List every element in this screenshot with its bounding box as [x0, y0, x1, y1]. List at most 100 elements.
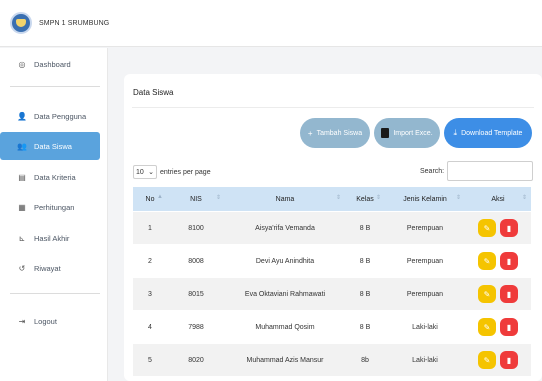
sidebar-item-label: Dashboard	[34, 59, 71, 69]
search-label: Search:	[420, 167, 445, 175]
cell-nis: 8008	[188, 257, 204, 265]
edit-icon[interactable]: ✎	[478, 285, 496, 303]
students-icon: 👥	[17, 141, 27, 151]
table-header: No ▲ NIS ⇕ Nama ⇕ Kelas ⇕ Jenis Kelamin ⇕ Aks…	[133, 187, 531, 211]
data-siswa-card: Data Siswa + Tambah Siswa Import Exce. ⤓…	[124, 74, 542, 381]
trash-icon[interactable]: ▮	[500, 318, 518, 336]
trash-icon[interactable]: ▮	[500, 285, 518, 303]
import-excel-button[interactable]: Import Exce.	[374, 118, 440, 148]
cell-aksi: ✎ ▮	[465, 212, 531, 245]
sort-icon: ⇕	[215, 195, 221, 201]
edit-icon[interactable]: ✎	[478, 318, 496, 336]
sidebar-item-label: Data Siswa	[34, 141, 72, 151]
sidebar: ◎ Dashboard 👤 Data Pengguna 👥 Data Siswa…	[0, 48, 108, 381]
download-template-label: Download Template	[461, 129, 523, 137]
table-row: 1 8100 Aisya'rifa Vemanda 8 B Perempuan …	[133, 211, 531, 244]
list-icon: ▤	[18, 172, 26, 182]
calculator-icon: ▦	[18, 202, 26, 212]
cell-nama: Devi Ayu Anindhita	[255, 257, 315, 265]
cell-jenis-kelamin: Laki-laki	[412, 323, 438, 331]
students-table: No ▲ NIS ⇕ Nama ⇕ Kelas ⇕ Jenis Kelamin ⇕ Aks…	[133, 187, 531, 376]
cell-aksi: ✎ ▮	[465, 278, 531, 311]
cell-jenis-kelamin: Perempuan	[406, 224, 444, 232]
sidebar-item-label: Hasil Akhir	[34, 233, 70, 243]
add-student-label: Tambah Siswa	[316, 129, 363, 137]
cell-kelas: 8 B	[359, 290, 371, 298]
cell-nama: Eva Oktaviani Rahmawati	[244, 290, 326, 298]
cell-no: 3	[148, 290, 152, 298]
cell-nama: Aisya'rifa Vemanda	[255, 224, 315, 232]
card-divider	[132, 107, 534, 108]
school-logo	[10, 12, 32, 34]
search-input[interactable]	[447, 161, 534, 181]
column-header-kelas[interactable]: Kelas ⇕	[345, 187, 385, 211]
sidebar-item-hasil-akhir[interactable]: ⊾ Hasil Akhir	[0, 224, 100, 252]
cell-aksi: ✎ ▮	[465, 344, 531, 377]
download-icon: ⤓	[453, 128, 458, 137]
sort-icon: ▲	[157, 194, 163, 200]
entries-select[interactable]: 10 ⌄	[133, 165, 157, 179]
cell-no: 4	[148, 323, 152, 331]
sidebar-divider	[10, 86, 100, 87]
sidebar-item-riwayat[interactable]: ↺ Riwayat	[0, 254, 100, 282]
user-icon: 👤	[17, 111, 27, 121]
cell-no: 1	[148, 224, 152, 232]
cell-jenis-kelamin: Laki-laki	[412, 356, 438, 364]
sort-icon: ⇕	[455, 195, 461, 201]
edit-icon[interactable]: ✎	[478, 219, 496, 237]
cell-no: 2	[148, 257, 152, 265]
file-icon	[381, 128, 390, 138]
column-header-nis[interactable]: NIS ⇕	[167, 187, 225, 211]
app-title: SMPN 1 SRUMBUNG	[39, 19, 110, 27]
cell-nis: 8020	[188, 356, 204, 364]
edit-icon[interactable]: ✎	[478, 252, 496, 270]
entries-select-value: 10	[136, 168, 144, 176]
cell-nama: Muhammad Azis Mansur	[246, 356, 324, 364]
logout-icon: ⇥	[18, 316, 26, 326]
cell-jenis-kelamin: Perempuan	[406, 290, 444, 298]
table-row: 2 8008 Devi Ayu Anindhita 8 B Perempuan …	[133, 244, 531, 277]
cell-nis: 8100	[188, 224, 204, 232]
trash-icon[interactable]: ▮	[500, 252, 518, 270]
sidebar-item-dashboard[interactable]: ◎ Dashboard	[0, 50, 100, 78]
cell-kelas: 8 B	[359, 323, 371, 331]
cell-aksi: ✎ ▮	[465, 245, 531, 278]
trash-icon[interactable]: ▮	[500, 351, 518, 369]
chevron-down-icon: ⌄	[148, 169, 154, 176]
table-row: 4 7988 Muhammad Qosim 8 B Laki-laki ✎ ▮	[133, 310, 531, 343]
history-icon: ↺	[18, 263, 26, 273]
sidebar-item-logout[interactable]: ⇥ Logout	[0, 307, 100, 335]
chart-icon: ⊾	[18, 233, 26, 243]
table-row: 3 8015 Eva Oktaviani Rahmawati 8 B Perem…	[133, 277, 531, 310]
sidebar-item-label: Riwayat	[34, 263, 61, 273]
cell-jenis-kelamin: Perempuan	[406, 257, 444, 265]
plus-icon: +	[307, 128, 313, 138]
sidebar-divider	[10, 293, 100, 294]
search-box: Search:	[420, 161, 534, 181]
edit-icon[interactable]: ✎	[478, 351, 496, 369]
sidebar-item-data-siswa[interactable]: 👥 Data Siswa	[0, 132, 100, 160]
cell-nis: 8015	[188, 290, 204, 298]
sidebar-item-data-kriteria[interactable]: ▤ Data Kriteria	[0, 163, 100, 191]
sidebar-item-label: Perhitungan	[34, 202, 75, 212]
cell-kelas: 8 B	[359, 257, 371, 265]
sidebar-item-label: Data Pengguna	[34, 111, 87, 121]
entries-label: entries per page	[160, 168, 211, 176]
column-header-jenis-kelamin[interactable]: Jenis Kelamin ⇕	[385, 187, 465, 211]
cell-nis: 7988	[188, 323, 204, 331]
add-student-button[interactable]: + Tambah Siswa	[300, 118, 370, 148]
entries-per-page: 10 ⌄ entries per page	[133, 165, 211, 179]
sort-icon: ⇕	[335, 195, 341, 201]
sort-icon: ⇕	[375, 195, 381, 201]
column-header-no[interactable]: No ▲	[133, 187, 167, 211]
dashboard-icon: ◎	[18, 59, 26, 69]
download-template-button[interactable]: ⤓ Download Template	[444, 118, 532, 148]
sidebar-item-perhitungan[interactable]: ▦ Perhitungan	[0, 193, 100, 221]
sort-icon: ⇕	[521, 195, 527, 201]
trash-icon[interactable]: ▮	[500, 219, 518, 237]
column-header-nama[interactable]: Nama ⇕	[225, 187, 345, 211]
cell-nama: Muhammad Qosim	[255, 323, 315, 331]
sidebar-item-data-pengguna[interactable]: 👤 Data Pengguna	[0, 102, 100, 130]
top-bar: SMPN 1 SRUMBUNG	[0, 0, 542, 47]
table-row: 5 8020 Muhammad Azis Mansur 8b Laki-laki…	[133, 343, 531, 376]
